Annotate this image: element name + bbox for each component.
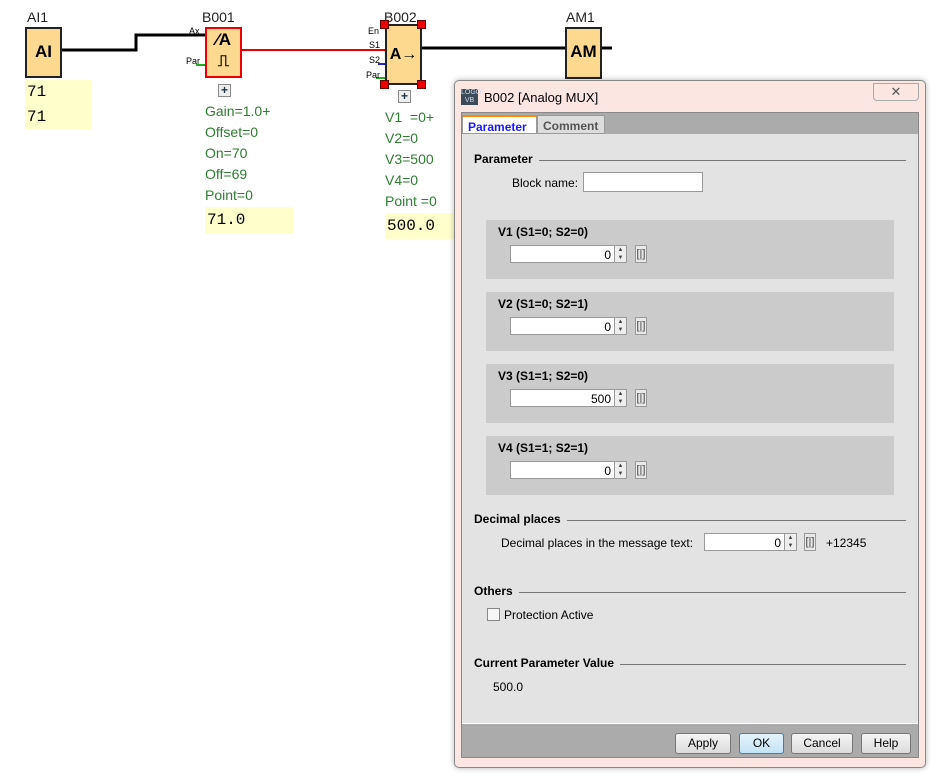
b001-param: Point=0 xyxy=(205,187,253,203)
v4-reference-button[interactable]: [|] xyxy=(635,461,647,479)
v2-reference-button[interactable]: [|] xyxy=(635,317,647,335)
decimal-section-title: Decimal places xyxy=(474,512,906,526)
v1-spinner[interactable]: ▲ ▼ xyxy=(614,245,627,263)
parameter-section-title: Parameter xyxy=(474,152,906,166)
v3-input[interactable]: 500 xyxy=(510,389,615,407)
v2-spinner[interactable]: ▲ ▼ xyxy=(614,317,627,335)
wire-ai1-b001 xyxy=(62,33,205,52)
dialog-body: Parameter Comment Parameter Block name: … xyxy=(461,112,919,758)
selection-handle[interactable] xyxy=(380,20,389,29)
section-label: Others xyxy=(474,584,513,598)
b001-params: Gain=1.0+ Offset=0 On=70 Off=69 Point=0 xyxy=(205,101,270,206)
b001-symbol: ⁄A xyxy=(215,30,232,49)
b001-param: Off=69 xyxy=(205,166,248,182)
group-title: V3 (S1=1; S2=0) xyxy=(498,369,589,383)
group-v4: V4 (S1=1; S2=1) 0 ▲ ▼ [|] xyxy=(486,436,894,495)
b001-param: Offset=0 xyxy=(205,124,259,140)
b002-expand-button[interactable]: + xyxy=(398,90,411,103)
block-name-input[interactable] xyxy=(583,172,703,192)
decimal-reference-button[interactable]: [|] xyxy=(804,533,816,551)
am1-label: AM1 xyxy=(566,9,595,25)
decimal-spinner[interactable]: ▲ ▼ xyxy=(784,533,797,551)
pin-s1: S1 xyxy=(369,40,381,50)
ai1-value-1: 71 xyxy=(27,83,47,101)
b002-param: V4=0 xyxy=(385,172,419,188)
selection-handle[interactable] xyxy=(417,80,426,89)
current-value-section-title: Current Parameter Value xyxy=(474,656,906,670)
v4-input[interactable]: 0 xyxy=(510,461,615,479)
section-label: Parameter xyxy=(474,152,533,166)
decimal-input[interactable]: 0 xyxy=(704,533,785,551)
b001-expand-button[interactable]: + xyxy=(218,84,231,97)
decimal-label: Decimal places in the message text: xyxy=(501,536,694,550)
am1-block[interactable]: AM xyxy=(565,27,602,79)
ai1-value-2: 71 xyxy=(27,108,47,126)
dialog-title: B002 [Analog MUX] xyxy=(484,90,599,105)
v3-spinner[interactable]: ▲ ▼ xyxy=(614,389,627,407)
b001-block[interactable]: ⁄A ⎍ xyxy=(205,27,242,78)
decimal-preview: +12345 xyxy=(826,536,867,550)
group-v2: V2 (S1=0; S2=1) 0 ▲ ▼ [|] xyxy=(486,292,894,351)
b002-param: V2=0 xyxy=(385,130,419,146)
group-title: V1 (S1=0; S2=0) xyxy=(498,225,589,239)
apply-button[interactable]: Apply xyxy=(675,733,731,754)
group-v3: V3 (S1=1; S2=0) 500 ▲ ▼ [|] xyxy=(486,364,894,423)
ai1-block[interactable]: AI xyxy=(25,27,62,78)
b002-value: 500.0 xyxy=(385,213,455,239)
v1-input[interactable]: 0 xyxy=(510,245,615,263)
pin-ax: Ax xyxy=(189,26,200,36)
tab-bar: Parameter Comment xyxy=(462,113,918,134)
protection-label[interactable]: Protection Active xyxy=(504,608,593,622)
ai1-values: 71 71 xyxy=(25,80,92,130)
tab-comment[interactable]: Comment xyxy=(537,115,605,134)
selection-handle[interactable] xyxy=(417,20,426,29)
analog-mux-dialog: LOGO VB B002 [Analog MUX] ✕ Parameter Com… xyxy=(454,80,926,768)
pin-s2: S2 xyxy=(369,55,381,65)
group-title: V4 (S1=1; S2=1) xyxy=(498,441,589,455)
group-title: V2 (S1=0; S2=1) xyxy=(498,297,589,311)
v2-input[interactable]: 0 xyxy=(510,317,615,335)
close-button[interactable]: ✕ xyxy=(873,83,919,101)
block-name-label: Block name: xyxy=(512,176,579,190)
pin-par: Par xyxy=(186,56,201,66)
pulse-icon: ⎍ xyxy=(217,53,230,70)
cancel-button[interactable]: Cancel xyxy=(791,733,853,754)
v1-reference-button[interactable]: [|] xyxy=(635,245,647,263)
b002-param: V1 =0+ xyxy=(385,109,435,125)
selection-handle[interactable] xyxy=(380,80,389,89)
tab-parameter[interactable]: Parameter xyxy=(462,115,537,134)
b002-param: V3=500 xyxy=(385,151,434,167)
help-button[interactable]: Help xyxy=(861,733,911,754)
b001-param: On=70 xyxy=(205,145,248,161)
b002-param: Point =0 xyxy=(385,193,437,209)
section-label: Current Parameter Value xyxy=(474,656,615,670)
v3-reference-button[interactable]: [|] xyxy=(635,389,647,407)
current-value: 500.0 xyxy=(493,680,524,694)
pin-par: Par xyxy=(366,70,381,80)
b002-params: V1 =0+ V2=0 V3=500 V4=0 Point =0 xyxy=(385,107,437,212)
b001-param: Gain=1.0+ xyxy=(205,103,271,119)
pin-en: En xyxy=(368,26,380,36)
section-label: Decimal places xyxy=(474,512,561,526)
v4-spinner[interactable]: ▲ ▼ xyxy=(614,461,627,479)
b002-block[interactable]: A→ xyxy=(385,24,422,85)
b001-label: B001 xyxy=(202,9,235,25)
group-v1: V1 (S1=0; S2=0) 0 ▲ ▼ [|] xyxy=(486,220,894,279)
others-section-title: Others xyxy=(474,584,906,598)
logo-icon: LOGO VB xyxy=(461,89,482,105)
protection-checkbox[interactable] xyxy=(487,608,500,621)
ai1-label: AI1 xyxy=(27,9,49,25)
ok-button[interactable]: OK xyxy=(739,733,784,754)
b001-value: 71.0 xyxy=(205,207,293,233)
